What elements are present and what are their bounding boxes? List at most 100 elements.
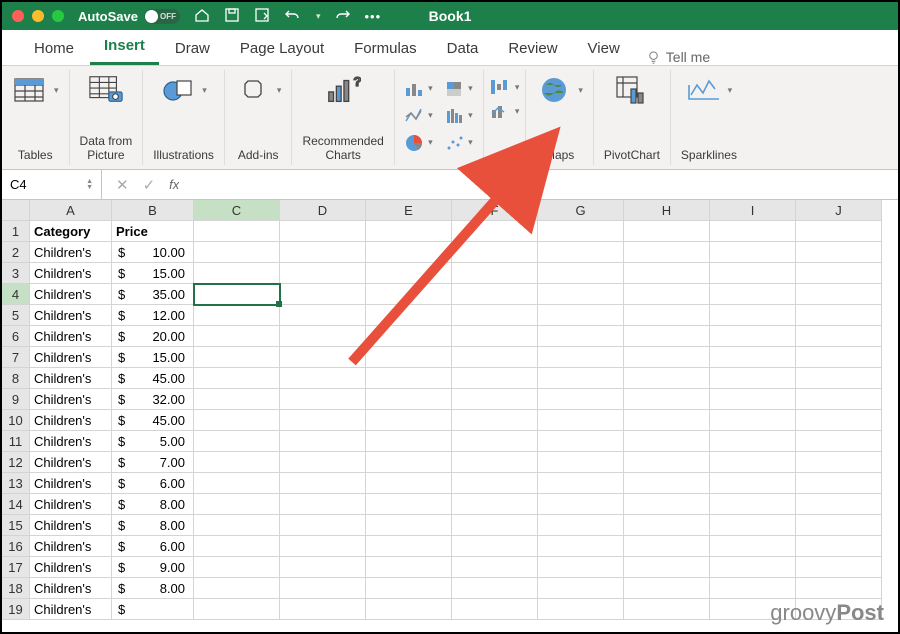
cell[interactable] xyxy=(624,473,710,494)
cell[interactable]: $20.00 xyxy=(112,326,194,347)
cell[interactable] xyxy=(538,368,624,389)
cell[interactable] xyxy=(538,242,624,263)
cell[interactable] xyxy=(366,284,452,305)
cell[interactable] xyxy=(710,263,796,284)
namebox-spinner-icon[interactable]: ▲▼ xyxy=(86,179,93,191)
cell[interactable] xyxy=(194,326,280,347)
undo-icon[interactable] xyxy=(284,7,300,26)
col-header-C[interactable]: C xyxy=(194,200,280,221)
row-header[interactable]: 5 xyxy=(2,305,30,326)
cell[interactable] xyxy=(624,326,710,347)
more-icon[interactable]: ••• xyxy=(365,9,382,24)
cell[interactable]: Children's xyxy=(30,326,112,347)
formula-input[interactable] xyxy=(179,170,898,199)
addins-group[interactable]: ▾ Add-ins xyxy=(225,70,293,165)
cell[interactable] xyxy=(366,494,452,515)
cell[interactable]: $ xyxy=(112,599,194,620)
cell[interactable] xyxy=(710,515,796,536)
cell[interactable] xyxy=(194,557,280,578)
cell[interactable] xyxy=(538,389,624,410)
tab-draw[interactable]: Draw xyxy=(161,32,224,65)
col-header-B[interactable]: B xyxy=(112,200,194,221)
cell[interactable] xyxy=(366,221,452,242)
cell[interactable] xyxy=(710,578,796,599)
cell[interactable] xyxy=(538,221,624,242)
tab-review[interactable]: Review xyxy=(494,32,571,65)
row-header[interactable]: 11 xyxy=(2,431,30,452)
cell[interactable] xyxy=(280,347,366,368)
cell[interactable] xyxy=(366,536,452,557)
row-header[interactable]: 13 xyxy=(2,473,30,494)
col-header-A[interactable]: A xyxy=(30,200,112,221)
row-header[interactable]: 10 xyxy=(2,410,30,431)
cell[interactable] xyxy=(796,494,882,515)
cell[interactable]: $8.00 xyxy=(112,494,194,515)
cell[interactable]: Category xyxy=(30,221,112,242)
pie-chart-button[interactable]: ▾ xyxy=(401,130,437,155)
home-icon[interactable] xyxy=(194,7,210,26)
cell[interactable] xyxy=(366,347,452,368)
row-header[interactable]: 14 xyxy=(2,494,30,515)
row-header[interactable]: 7 xyxy=(2,347,30,368)
cell[interactable] xyxy=(366,431,452,452)
cell[interactable] xyxy=(366,578,452,599)
cell[interactable] xyxy=(796,473,882,494)
cell[interactable] xyxy=(194,263,280,284)
cell[interactable] xyxy=(194,473,280,494)
cell[interactable] xyxy=(194,494,280,515)
row-header[interactable]: 19 xyxy=(2,599,30,620)
illustrations-group[interactable]: ▾ Illustrations xyxy=(143,70,225,165)
cell[interactable] xyxy=(796,389,882,410)
cell[interactable] xyxy=(710,557,796,578)
cell[interactable] xyxy=(194,410,280,431)
cell[interactable]: $12.00 xyxy=(112,305,194,326)
cell[interactable] xyxy=(624,557,710,578)
cell[interactable]: $8.00 xyxy=(112,515,194,536)
cell[interactable] xyxy=(194,452,280,473)
cell[interactable] xyxy=(538,326,624,347)
cell[interactable] xyxy=(280,305,366,326)
cell[interactable]: Children's xyxy=(30,284,112,305)
cell[interactable] xyxy=(452,599,538,620)
cell[interactable]: $45.00 xyxy=(112,410,194,431)
cell[interactable] xyxy=(538,410,624,431)
cell[interactable]: Children's xyxy=(30,242,112,263)
col-header-F[interactable]: F xyxy=(452,200,538,221)
undo-dropdown-icon[interactable]: ▾ xyxy=(316,11,321,22)
cell[interactable] xyxy=(194,389,280,410)
cell[interactable] xyxy=(452,263,538,284)
cell[interactable] xyxy=(452,305,538,326)
autosave-toggle[interactable]: AutoSave OFF xyxy=(78,9,180,24)
cell[interactable]: $10.00 xyxy=(112,242,194,263)
cell[interactable] xyxy=(710,494,796,515)
cell[interactable] xyxy=(194,305,280,326)
spreadsheet-grid[interactable]: A B C D E F G H I J 1CategoryPrice2Child… xyxy=(2,200,898,620)
cell[interactable]: Children's xyxy=(30,431,112,452)
cell[interactable] xyxy=(452,410,538,431)
cell[interactable] xyxy=(452,284,538,305)
pivotchart-group[interactable]: PivotChart xyxy=(594,70,671,165)
cell[interactable] xyxy=(452,347,538,368)
cell[interactable] xyxy=(194,221,280,242)
save-icon[interactable] xyxy=(224,7,240,26)
cell[interactable] xyxy=(796,515,882,536)
cell[interactable] xyxy=(538,284,624,305)
col-header-E[interactable]: E xyxy=(366,200,452,221)
cell[interactable] xyxy=(538,347,624,368)
cell[interactable]: $35.00 xyxy=(112,284,194,305)
statistic-chart-button[interactable]: ▾ xyxy=(441,103,477,128)
tellme-search[interactable]: Tell me xyxy=(646,49,710,65)
cell[interactable] xyxy=(538,515,624,536)
cell[interactable] xyxy=(624,410,710,431)
cell[interactable]: Children's xyxy=(30,410,112,431)
cell[interactable] xyxy=(280,263,366,284)
cell[interactable]: $5.00 xyxy=(112,431,194,452)
cell[interactable] xyxy=(710,452,796,473)
row-header[interactable]: 6 xyxy=(2,326,30,347)
cell[interactable]: $8.00 xyxy=(112,578,194,599)
cell[interactable] xyxy=(796,221,882,242)
row-header[interactable]: 8 xyxy=(2,368,30,389)
tab-home[interactable]: Home xyxy=(20,32,88,65)
sparklines-group[interactable]: ▾ Sparklines xyxy=(671,70,747,165)
cell[interactable] xyxy=(280,221,366,242)
